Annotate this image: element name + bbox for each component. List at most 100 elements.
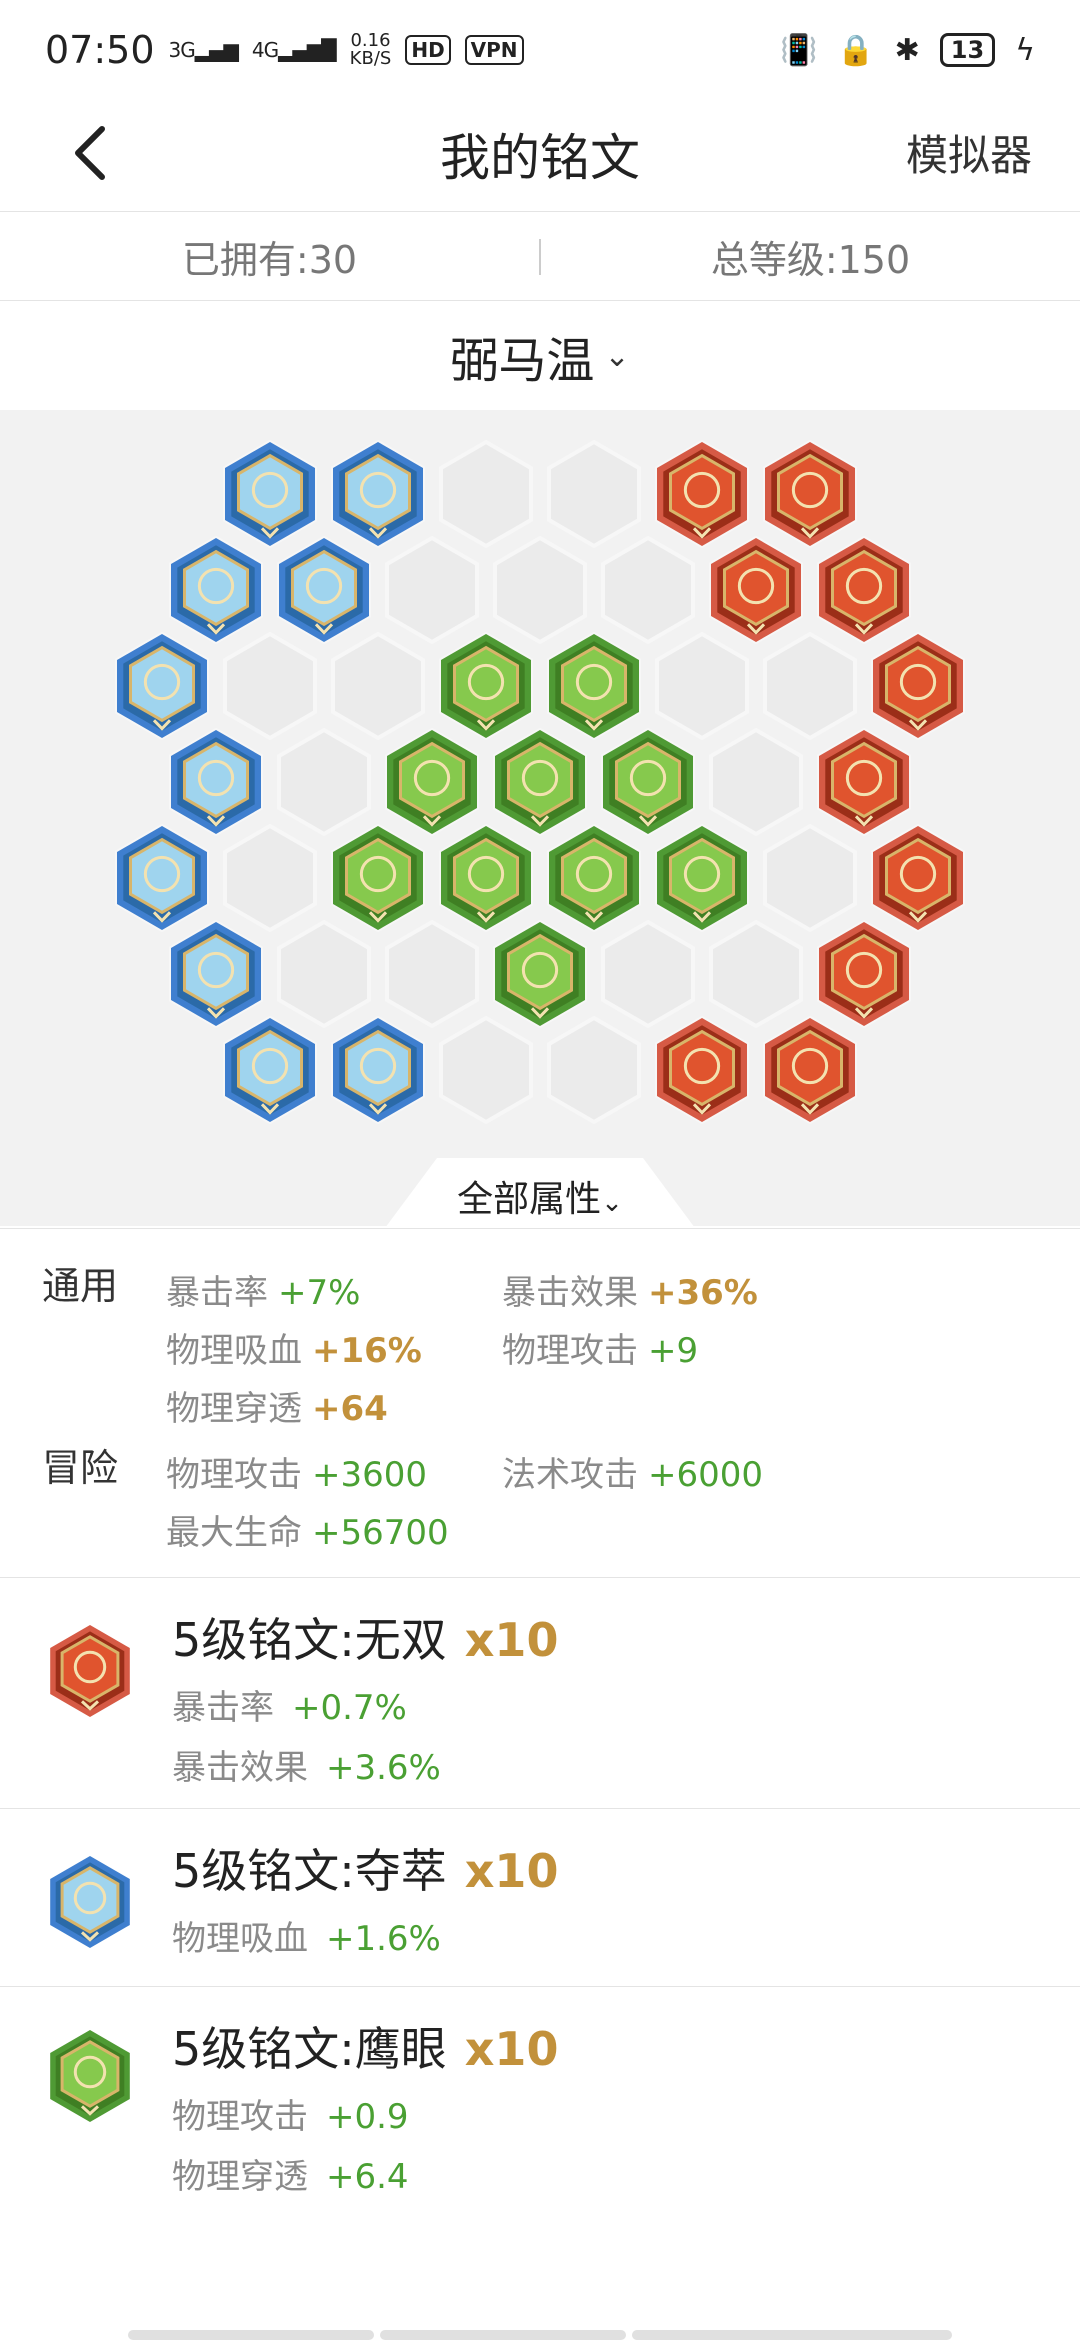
simulator-button[interactable]: 模拟器 [906,122,1032,183]
empty-slot[interactable] [277,727,371,837]
empty-slot[interactable] [331,631,425,741]
green-inscription-slot[interactable] [495,922,585,1026]
stat-name: 暴击效果 [172,1748,308,1788]
stat-name: 暴击率 [172,1688,274,1728]
net1-label: 3G [168,38,196,62]
attr-name: 物理攻击 [502,1331,638,1371]
blue-inscription-slot[interactable] [333,442,423,546]
inscription-count: x10 [464,1844,559,1898]
empty-slot[interactable] [385,919,479,1029]
red-inscription-slot[interactable] [873,826,963,930]
red-inscription-slot[interactable] [657,442,747,546]
scroll-segment [380,2330,626,2340]
blue-gem-shape[interactable] [50,1856,130,1948]
stat-name: 物理攻击 [172,2097,308,2137]
red-inscription-slot[interactable] [765,1018,855,1122]
stat-value: +3.6% [326,1748,441,1788]
green-inscription-slot[interactable] [441,634,531,738]
blue-inscription-slot[interactable] [333,1018,423,1122]
total-level: 总等级:150 [710,238,911,282]
attr-value: +7% [278,1273,361,1313]
red-inscription-slot[interactable] [873,634,963,738]
blue-inscription-slot[interactable] [225,1018,315,1122]
inscription-count: x10 [464,2022,559,2076]
empty-slot[interactable] [385,535,479,645]
empty-slot[interactable] [763,631,857,741]
inscription-counts: 已拥有:30 总等级:150 [0,213,1080,301]
attr-name: 物理穿透 [166,1389,302,1429]
empty-slot[interactable] [547,439,641,549]
red-inscription-slot[interactable] [765,442,855,546]
stat-value: +6.4 [326,2157,409,2197]
inscription-title: 5级铭文:无双 x10 [172,1604,558,1670]
empty-slot[interactable] [493,535,587,645]
all-attributes-toggle[interactable]: 全部属性⌄ [385,1158,695,1228]
chevron-down-icon: ⌄ [601,1188,623,1218]
status-right: 📳 🔒 ✱ 13 ϟ [780,33,1035,68]
hd-icon: HD [405,35,451,65]
attr-lifesteal: 物理吸血 +16% [166,1323,422,1372]
red-inscription-slot[interactable] [657,1018,747,1122]
green-inscription-slot[interactable] [387,730,477,834]
general-label: 通用 [42,1264,119,1308]
attr-value: +9 [648,1331,699,1371]
bluetooth-icon: ✱ [894,32,920,68]
adv-physical-attack: 物理攻击 +3600 [166,1447,427,1496]
inscription-name: 5级铭文:鹰眼 [172,2022,447,2076]
red-gem-shape[interactable] [50,1625,130,1717]
green-inscription-slot[interactable] [333,826,423,930]
blue-inscription-slot[interactable] [171,922,261,1026]
empty-slot[interactable] [763,823,857,933]
all-attributes-text: 全部属性 [457,1179,602,1220]
blue-inscription-slot[interactable] [171,538,261,642]
empty-slot[interactable] [709,727,803,837]
green-inscription-slot[interactable] [603,730,693,834]
empty-slot[interactable] [439,439,533,549]
attr-value: +3600 [312,1455,428,1495]
blue-inscription-slot[interactable] [279,538,369,642]
empty-slot[interactable] [601,919,695,1029]
empty-slot[interactable] [223,631,317,741]
inscription-stat: 暴击效果 +3.6% [172,1740,441,1789]
green-inscription-slot[interactable] [495,730,585,834]
red-inscription-slot[interactable] [819,730,909,834]
blue-inscription-slot[interactable] [117,634,207,738]
green-inscription-slot[interactable] [549,634,639,738]
scroll-segment [632,2330,952,2340]
empty-slot[interactable] [709,919,803,1029]
inscription-item-wushuang[interactable]: 5级铭文:无双 x10 暴击率 +0.7% 暴击效果 +3.6% [0,1578,1080,1809]
empty-slot[interactable] [277,919,371,1029]
red-inscription-slot[interactable] [711,538,801,642]
attr-name: 物理攻击 [166,1455,302,1495]
attr-physical-attack: 物理攻击 +9 [502,1323,698,1372]
attr-value: +56700 [312,1513,449,1553]
inscription-page-selector[interactable]: 弼马温 ⌄ [0,302,1080,410]
red-inscription-icon [50,1625,130,1717]
charging-icon: ϟ [1015,32,1035,68]
inscription-name: 5级铭文:无双 [172,1613,447,1667]
attr-crit-effect: 暴击效果 +36% [502,1265,758,1314]
empty-slot[interactable] [601,535,695,645]
green-inscription-slot[interactable] [657,826,747,930]
attr-name: 法术攻击 [502,1455,638,1495]
green-inscription-slot[interactable] [441,826,531,930]
empty-slot[interactable] [655,631,749,741]
vpn-icon: VPN [464,35,524,65]
stat-value: +1.6% [326,1919,441,1959]
inscription-item-yingyan[interactable]: 5级铭文:鹰眼 x10 物理攻击 +0.9 物理穿透 +6.4 [0,1987,1080,2227]
inscription-item-duocui[interactable]: 5级铭文:夺萃 x10 物理吸血 +1.6% [0,1809,1080,1987]
empty-slot[interactable] [439,1015,533,1125]
attr-name: 物理吸血 [166,1331,302,1371]
green-gem-shape[interactable] [50,2030,130,2122]
blue-inscription-slot[interactable] [117,826,207,930]
empty-slot[interactable] [223,823,317,933]
red-inscription-slot[interactable] [819,538,909,642]
empty-slot[interactable] [547,1015,641,1125]
red-inscription-slot[interactable] [819,922,909,1026]
blue-inscription-slot[interactable] [225,442,315,546]
blue-inscription-slot[interactable] [171,730,261,834]
inscription-board [0,410,1080,1226]
blue-inscription-icon [50,1856,130,1948]
green-inscription-slot[interactable] [549,826,639,930]
stat-name: 物理穿透 [172,2157,308,2197]
